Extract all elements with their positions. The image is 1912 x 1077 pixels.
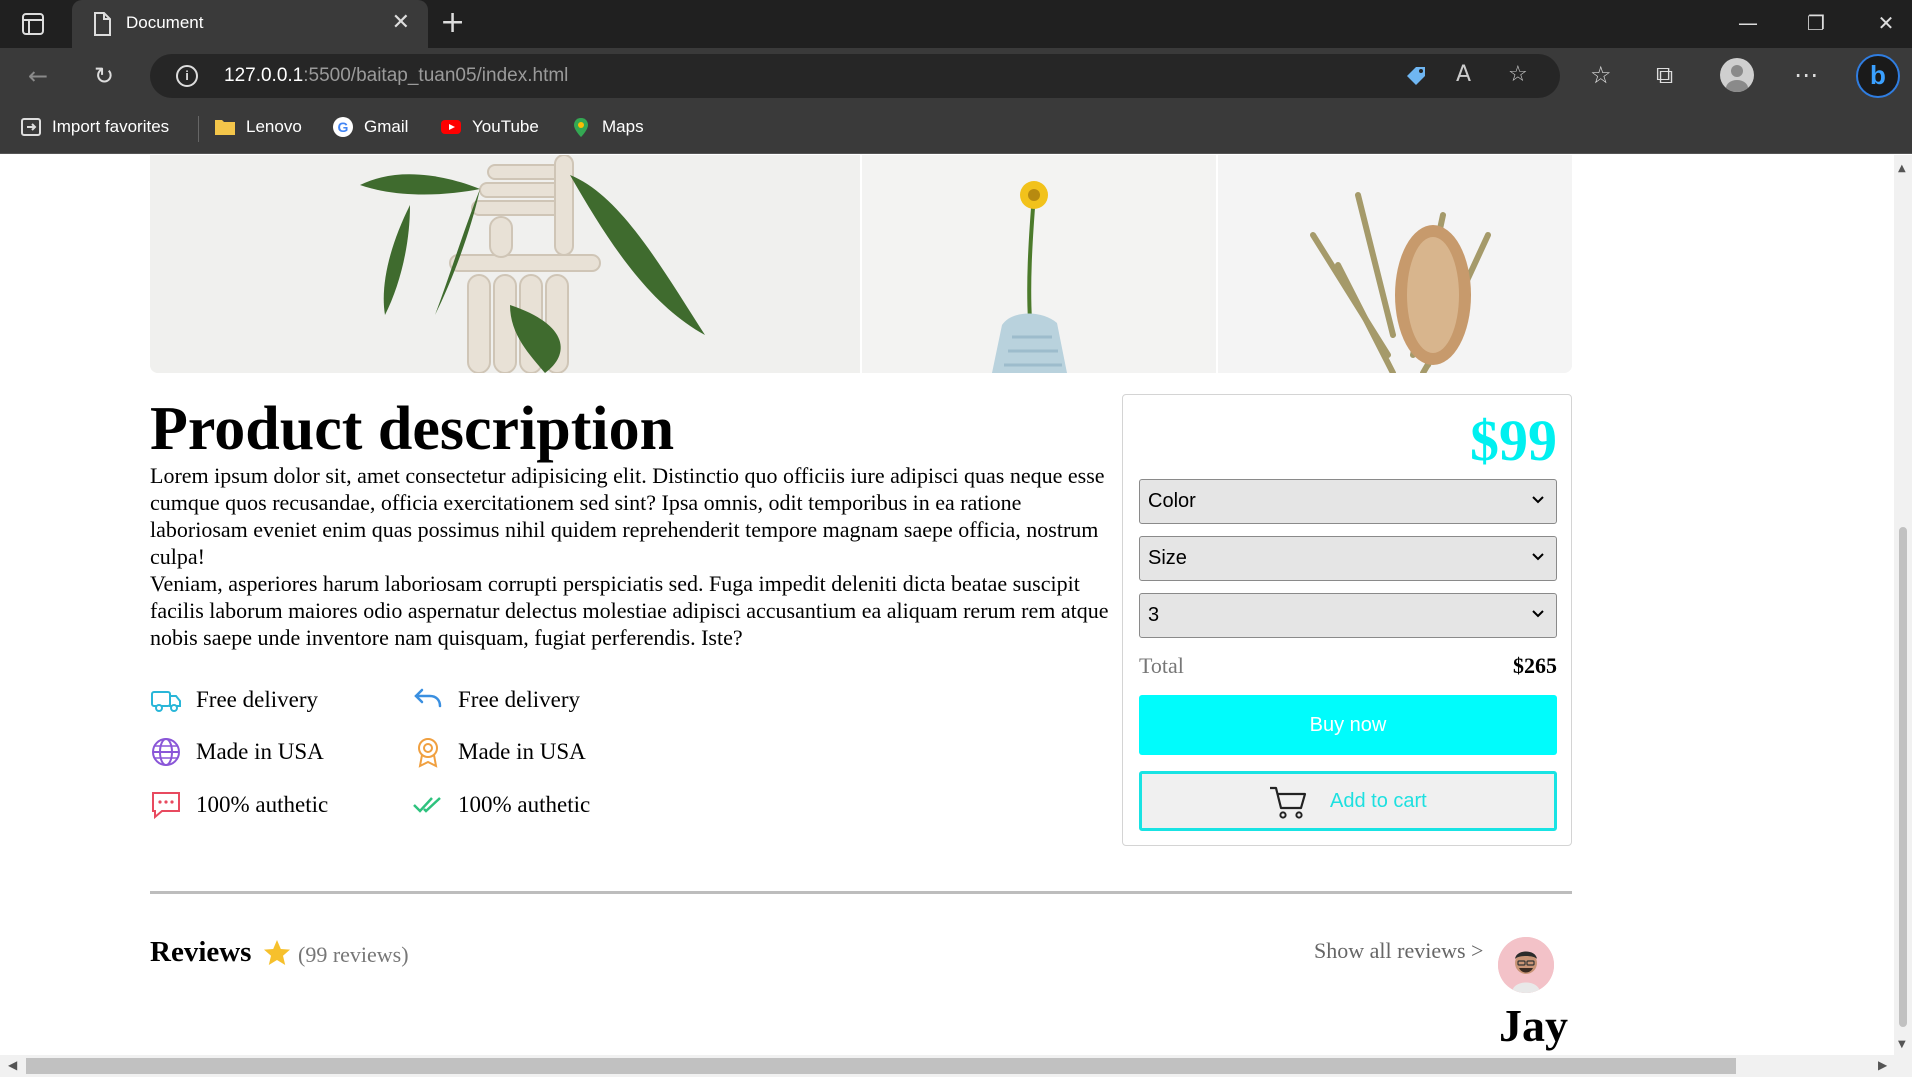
back-icon[interactable]: ← xyxy=(28,61,48,91)
scroll-down-icon[interactable]: ▼ xyxy=(1898,1039,1906,1050)
document-icon xyxy=(94,12,111,36)
shopping-tag-icon[interactable] xyxy=(1404,64,1428,88)
description-paragraph-1: Lorem ipsum dolor sit, amet consectetur … xyxy=(150,463,1105,569)
favorite-maps[interactable]: Maps xyxy=(570,116,644,138)
show-all-reviews-link[interactable]: Show all reviews > xyxy=(1314,938,1483,964)
collections-icon[interactable]: ⧉ xyxy=(1656,60,1673,90)
description-paragraph-2: Veniam, asperiores harum laboriosam corr… xyxy=(150,571,1109,650)
read-aloud-icon[interactable]: A xyxy=(1456,62,1471,87)
feature-item: Made in USA xyxy=(150,736,324,768)
favorites-icon[interactable]: ☆ xyxy=(1590,60,1612,90)
total-label: Total xyxy=(1139,653,1184,678)
tab-actions-icon[interactable] xyxy=(20,12,48,36)
color-select[interactable]: Color xyxy=(1139,479,1557,524)
reviewer-avatar xyxy=(1498,937,1554,993)
vertical-scroll-thumb[interactable] xyxy=(1899,527,1907,1027)
reviewer-name: Jay xyxy=(1499,1000,1568,1051)
maps-icon xyxy=(574,118,588,137)
total-value: $265 xyxy=(1513,653,1557,678)
youtube-icon xyxy=(441,120,461,134)
restore-icon[interactable]: ❐ xyxy=(1796,10,1836,36)
folder-icon xyxy=(215,120,235,135)
chat-icon xyxy=(152,792,180,820)
product-features: Free delivery Free delivery Made in USA … xyxy=(150,684,650,844)
browser-navbar: ← ↻ i 127.0.0.1:5500/baitap_tuan05/index… xyxy=(0,48,1912,104)
browser-titlebar: Document ✕ + — ❐ ✕ xyxy=(0,0,1912,48)
chevron-down-icon xyxy=(1532,553,1544,561)
url-text[interactable]: 127.0.0.1:5500/baitap_tuan05/index.html xyxy=(224,65,568,87)
profile-avatar-icon[interactable] xyxy=(1720,58,1754,92)
window-close-icon[interactable]: ✕ xyxy=(1866,10,1906,36)
star-icon xyxy=(264,940,290,965)
buy-now-button[interactable]: Buy now xyxy=(1139,695,1557,755)
product-image-flower[interactable] xyxy=(862,155,1216,373)
favorites-bar: Import favorites Lenovo G Gmail YouTube … xyxy=(0,104,1912,154)
main-product-image[interactable] xyxy=(150,155,860,373)
truck-icon xyxy=(151,691,181,712)
reviews-title: Reviews xyxy=(150,936,252,968)
quantity-select[interactable]: 3 xyxy=(1139,593,1557,638)
svg-text:G: G xyxy=(338,119,349,135)
product-image-dried-flower[interactable] xyxy=(1218,155,1572,373)
award-icon xyxy=(418,738,438,768)
favorite-import[interactable]: Import favorites xyxy=(20,116,169,138)
product-gallery xyxy=(150,155,1572,373)
globe-icon xyxy=(152,738,180,766)
double-check-icon xyxy=(413,797,441,813)
return-arrow-icon xyxy=(414,688,442,708)
browser-tab[interactable]: Document ✕ xyxy=(72,0,428,48)
purchase-panel: $99 Color Size 3 Total $265 Buy now Add … xyxy=(1122,394,1572,846)
chevron-down-icon xyxy=(1532,610,1544,618)
section-divider xyxy=(150,891,1572,894)
product-price: $99 xyxy=(1470,408,1557,473)
cart-icon xyxy=(1270,786,1307,819)
favorite-youtube[interactable]: YouTube xyxy=(440,116,539,138)
scroll-up-icon[interactable]: ▲ xyxy=(1898,163,1906,174)
close-tab-icon[interactable]: ✕ xyxy=(392,12,410,34)
refresh-icon[interactable]: ↻ xyxy=(94,61,114,91)
tab-title: Document xyxy=(126,13,204,32)
feature-item: Free delivery xyxy=(412,684,580,716)
new-tab-button[interactable]: + xyxy=(440,8,465,38)
reviews-count: (99 reviews) xyxy=(298,942,409,967)
size-select[interactable]: Size xyxy=(1139,536,1557,581)
scroll-left-icon[interactable]: ◀ xyxy=(8,1058,17,1072)
scroll-right-icon[interactable]: ▶ xyxy=(1878,1058,1887,1072)
product-description-text: Lorem ipsum dolor sit, amet consectetur … xyxy=(150,462,1116,651)
more-options-icon[interactable]: ⋯ xyxy=(1794,60,1818,90)
add-favorite-icon[interactable]: ☆ xyxy=(1508,62,1528,87)
favorite-gmail[interactable]: G Gmail xyxy=(332,116,408,138)
favorites-divider xyxy=(198,116,199,142)
feature-item: 100% authetic xyxy=(150,789,328,821)
feature-item: 100% authetic xyxy=(412,789,590,821)
minimize-icon[interactable]: — xyxy=(1728,10,1768,36)
horizontal-scrollbar[interactable]: ◀ ▶ xyxy=(0,1055,1912,1077)
bing-icon[interactable]: b xyxy=(1856,54,1900,98)
google-icon: G xyxy=(333,117,353,137)
address-bar[interactable]: i 127.0.0.1:5500/baitap_tuan05/index.htm… xyxy=(150,54,1560,98)
product-description-title: Product description xyxy=(150,395,675,463)
site-info-icon[interactable]: i xyxy=(176,65,198,87)
horizontal-scroll-thumb[interactable] xyxy=(26,1058,1736,1074)
vertical-scrollbar[interactable]: ▲ ▼ xyxy=(1894,155,1912,1055)
chevron-down-icon xyxy=(1532,496,1544,504)
feature-item: Made in USA xyxy=(412,736,586,768)
favorite-lenovo[interactable]: Lenovo xyxy=(214,116,302,138)
import-favorites-icon xyxy=(21,118,41,136)
add-to-cart-button[interactable]: Add to cart xyxy=(1139,771,1557,831)
feature-item: Free delivery xyxy=(150,684,318,716)
